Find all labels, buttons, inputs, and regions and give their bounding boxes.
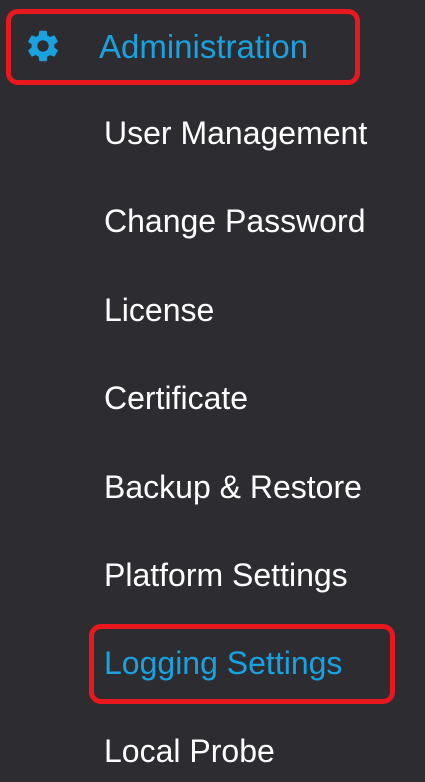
menu-item-logging-settings[interactable]: Logging Settings: [104, 644, 342, 682]
menu-item-certificate[interactable]: Certificate: [104, 379, 248, 417]
administration-menu: Administration User Management Change Pa…: [0, 0, 425, 782]
menu-item-change-password[interactable]: Change Password: [104, 202, 365, 240]
menu-header-label: Administration: [99, 28, 309, 65]
menu-item-local-probe[interactable]: Local Probe: [104, 732, 275, 770]
menu-item-platform-settings[interactable]: Platform Settings: [104, 556, 348, 594]
menu-item-user-management[interactable]: User Management: [104, 114, 367, 152]
menu-item-license[interactable]: License: [104, 291, 214, 329]
menu-header-administration[interactable]: Administration: [0, 0, 425, 90]
menu-item-backup-restore[interactable]: Backup & Restore: [104, 468, 362, 506]
gear-icon: [28, 30, 58, 62]
